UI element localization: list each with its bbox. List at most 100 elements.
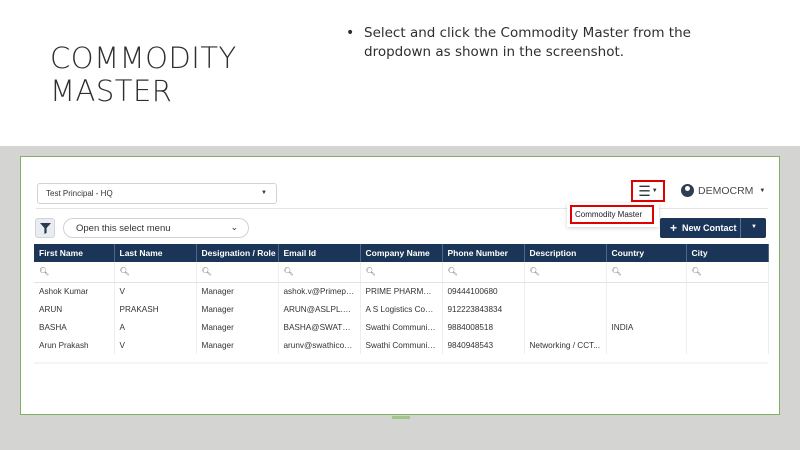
column-header[interactable]: Country <box>606 244 687 262</box>
table-row[interactable]: Arun Prakash V Manager arunv@swathicom..… <box>34 336 769 354</box>
contacts-table: First Name Last Name Designation / Role … <box>34 244 769 354</box>
table-bottom-edge <box>34 362 768 364</box>
chevron-down-icon: ⌄ <box>230 222 238 232</box>
column-header[interactable]: Designation / Role <box>196 244 279 262</box>
table-cell: arunv@swathicom... <box>278 336 361 354</box>
table-cell: A <box>114 318 197 336</box>
table-cell: A S Logistics Com... <box>360 300 443 318</box>
caret-down-icon: ▼ <box>759 187 766 194</box>
view-select[interactable]: Open this select menu ⌄ <box>63 218 249 238</box>
table-cell <box>606 336 687 354</box>
table-cell <box>606 300 687 318</box>
search-icon: 🔍︎ <box>39 267 50 277</box>
table-cell <box>686 282 769 300</box>
table-cell <box>686 318 769 336</box>
caret-down-icon: ▼ <box>261 190 267 196</box>
frame-tab <box>392 416 410 419</box>
column-header[interactable]: Company Name <box>360 244 443 262</box>
table-cell: 9884008518 <box>442 318 525 336</box>
column-search-input[interactable]: 🔍︎ <box>278 262 361 283</box>
table-cell: V <box>114 282 197 300</box>
hamburger-menu-button[interactable]: ☰ ▼ <box>631 180 665 202</box>
table-cell: BASHA <box>34 318 115 336</box>
search-icon: 🔍︎ <box>611 267 622 277</box>
search-icon: 🔍︎ <box>283 267 294 277</box>
search-icon: 🔍︎ <box>529 267 540 277</box>
column-header[interactable]: First Name <box>34 244 115 262</box>
table-cell: ARUN@ASLPL.COM <box>278 300 361 318</box>
column-search-input[interactable]: 🔍︎ <box>524 262 607 283</box>
caret-down-icon: ▼ <box>651 188 658 194</box>
table-cell: Networking / CCT... <box>524 336 607 354</box>
principal-select[interactable]: Test Principal - HQ ▼ <box>37 183 277 204</box>
table-cell: BASHA@SWATHIC... <box>278 318 361 336</box>
column-search-input[interactable]: 🔍︎ <box>442 262 525 283</box>
user-avatar-icon <box>681 184 694 197</box>
instruction-bullet: • Select and click the Commodity Master … <box>346 24 706 62</box>
table-cell: Ashok Kumar <box>34 282 115 300</box>
table-cell: 912223843834 <box>442 300 525 318</box>
user-menu[interactable]: DEMOCRM ▼ <box>681 184 765 197</box>
menu-dropdown: Commodity Master <box>567 203 659 227</box>
bullet-dot: • <box>346 25 355 41</box>
table-cell <box>686 300 769 318</box>
user-name: DEMOCRM <box>698 184 754 197</box>
table-cell: Swathi Communic... <box>360 318 443 336</box>
table-cell: PRIME PHARMAC... <box>360 282 443 300</box>
column-search-input[interactable]: 🔍︎ <box>686 262 769 283</box>
column-search-input[interactable]: 🔍︎ <box>34 262 115 283</box>
table-cell: Manager <box>196 336 279 354</box>
table-cell: Swathi Communic... <box>360 336 443 354</box>
table-cell: PRAKASH <box>114 300 197 318</box>
column-header[interactable]: Phone Number <box>442 244 525 262</box>
table-cell <box>606 282 687 300</box>
principal-select-value: Test Principal - HQ <box>46 189 113 198</box>
new-contact-button[interactable]: + New Contact ▼ <box>660 218 766 238</box>
table-header-row: First Name Last Name Designation / Role … <box>34 244 769 262</box>
search-icon: 🔍︎ <box>119 267 130 277</box>
column-search-input[interactable]: 🔍︎ <box>114 262 197 283</box>
table-cell: ashok.v@Primeph... <box>278 282 361 300</box>
table-cell: Manager <box>196 300 279 318</box>
table-row[interactable]: ARUN PRAKASH Manager ARUN@ASLPL.COM A S … <box>34 300 769 318</box>
table-row[interactable]: Ashok Kumar V Manager ashok.v@Primeph...… <box>34 282 769 300</box>
table-cell: Manager <box>196 318 279 336</box>
column-header[interactable]: Email Id <box>278 244 361 262</box>
filter-button[interactable] <box>35 218 55 238</box>
slide-title-line1: COMMODITY <box>50 41 237 75</box>
search-icon: 🔍︎ <box>365 267 376 277</box>
column-search-row: 🔍︎ 🔍︎ 🔍︎ 🔍︎ 🔍︎ 🔍︎ 🔍︎ 🔍︎ 🔍︎ <box>34 262 769 283</box>
caret-down-icon[interactable]: ▼ <box>751 224 757 230</box>
instruction-text: Select and click the Commodity Master fr… <box>364 25 691 60</box>
slide-title-line2: MASTER <box>50 74 173 108</box>
dropdown-item-commodity-master[interactable]: Commodity Master <box>570 205 654 224</box>
filter-icon <box>39 222 51 234</box>
slide-title: COMMODITY MASTER <box>50 42 237 108</box>
table-cell: V <box>114 336 197 354</box>
table-row[interactable]: BASHA A Manager BASHA@SWATHIC... Swathi … <box>34 318 769 336</box>
column-search-input[interactable]: 🔍︎ <box>360 262 443 283</box>
table-cell: Arun Prakash <box>34 336 115 354</box>
search-icon: 🔍︎ <box>691 267 702 277</box>
new-contact-label: New Contact <box>682 223 737 233</box>
table-cell: INDIA <box>606 318 687 336</box>
table-cell: 09444100680 <box>442 282 525 300</box>
table-cell <box>524 282 607 300</box>
table-cell <box>524 300 607 318</box>
table-cell <box>524 318 607 336</box>
search-icon: 🔍︎ <box>201 267 212 277</box>
column-search-input[interactable]: 🔍︎ <box>196 262 279 283</box>
column-header[interactable]: Description <box>524 244 607 262</box>
plus-icon: + <box>670 221 678 235</box>
button-separator <box>740 218 741 238</box>
view-select-value: Open this select menu <box>76 223 171 234</box>
search-icon: 🔍︎ <box>447 267 458 277</box>
column-header[interactable]: Last Name <box>114 244 197 262</box>
hamburger-menu-icon: ☰ <box>638 182 651 199</box>
table-cell: 9840948543 <box>442 336 525 354</box>
column-search-input[interactable]: 🔍︎ <box>606 262 687 283</box>
column-header[interactable]: City <box>686 244 769 262</box>
table-cell <box>686 336 769 354</box>
table-cell: Manager <box>196 282 279 300</box>
table-cell: ARUN <box>34 300 115 318</box>
